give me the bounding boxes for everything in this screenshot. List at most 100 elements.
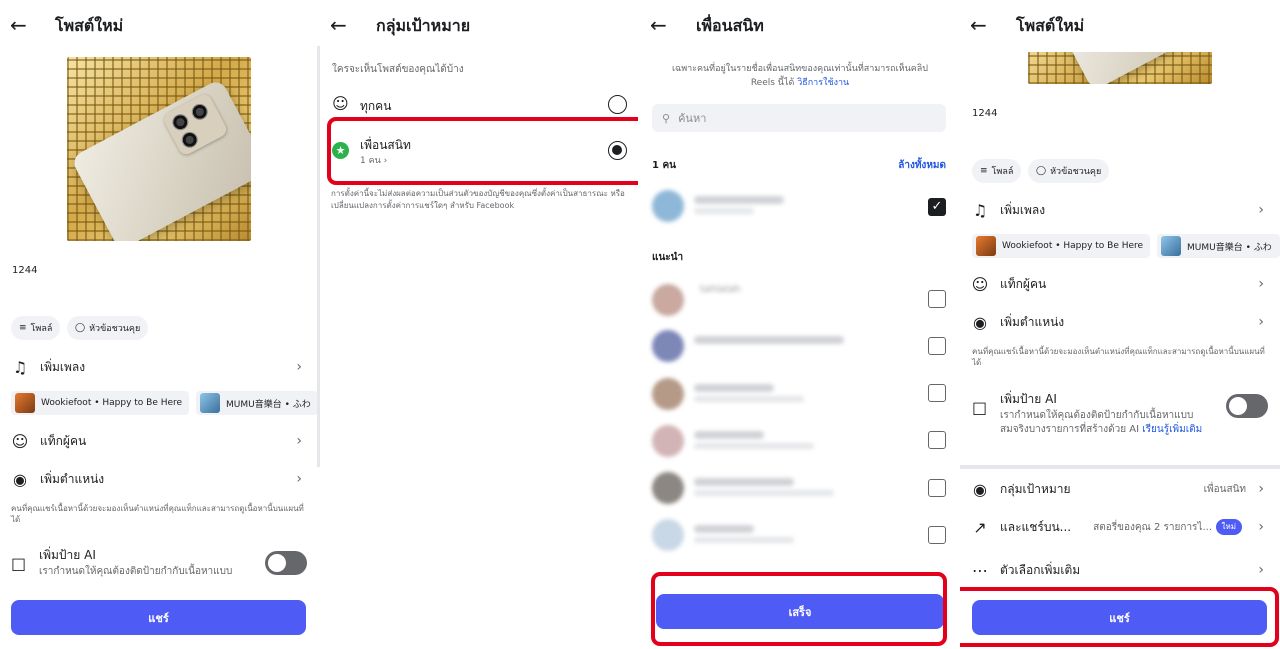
music-title: Wookiefoot • Happy to Be Here (1002, 241, 1144, 251)
ai-label-title: เพิ่มป้าย AI (39, 548, 96, 562)
avatar (652, 378, 684, 410)
checkbox-checked[interactable]: ✓ (928, 198, 946, 216)
add-music-row[interactable]: ♫ เพิ่มเพลง › (970, 197, 1270, 223)
add-music-row[interactable]: ♫ เพิ่มเพลง › (10, 354, 308, 380)
section-divider (960, 465, 1280, 469)
album-art-icon (200, 393, 220, 413)
blurred-name (694, 478, 794, 486)
tag-people-row[interactable]: ☺ แท็กผู้คน › (970, 271, 1270, 297)
more-options-row[interactable]: ⋯ ตัวเลือกเพิ่มเติม › (970, 557, 1270, 583)
avatar (652, 425, 684, 457)
prompt-chip[interactable]: ◯ หัวข้อชวนคุย (1028, 159, 1110, 183)
new-post-scrolled-panel: ← โพสต์ใหม่ 1244 ≡ โพลล์ ◯ หัวข้อชวนคุย … (960, 0, 1280, 649)
share-to-label: และแชร์บน... (1000, 519, 1072, 534)
how-to-use-link[interactable]: วิธีการใช้งาน (797, 78, 849, 88)
tag-people-label: แท็กผู้คน (40, 433, 87, 448)
chevron-right-icon: › (1258, 481, 1264, 497)
audience-panel: ← กลุ่มเป้าหมาย ใครจะเห็นโพสต์ของคุณได้บ… (320, 0, 638, 649)
ai-label-toggle[interactable] (1226, 394, 1268, 418)
share-button[interactable]: แชร์ (11, 600, 306, 635)
tag-people-row[interactable]: ☺ แท็กผู้คน › (10, 428, 308, 454)
blurred-name (694, 336, 844, 344)
tag-person-icon: ☺ (971, 274, 989, 294)
checkbox[interactable] (928, 431, 946, 449)
friend-row-selected[interactable] (652, 188, 946, 224)
blurred-name (694, 431, 764, 439)
add-music-label: เพิ่มเพลง (1000, 202, 1046, 217)
audience-option-everyone[interactable]: ☺ ทุกคน (332, 92, 632, 118)
checkbox[interactable] (928, 337, 946, 355)
poll-chip[interactable]: ≡ โพลล์ (972, 159, 1022, 183)
poll-chip[interactable]: ≡ โพลล์ (11, 316, 61, 340)
music-suggestion[interactable]: MUMU音樂台 • ふわ (1157, 234, 1280, 258)
friend-row[interactable] (652, 376, 946, 412)
blurred-name (694, 196, 784, 204)
album-art-icon (1161, 236, 1181, 256)
audience-note: การตั้งค่านี้จะไม่ส่งผลต่อความเป็นส่วนตั… (331, 189, 625, 210)
caption-text[interactable]: 1244 (12, 265, 37, 276)
friend-row[interactable] (652, 328, 946, 364)
avatar (652, 284, 684, 316)
poll-icon: ≡ (19, 323, 27, 333)
share-button[interactable]: แชร์ (972, 600, 1267, 635)
chevron-right-icon: › (296, 359, 302, 375)
camera-lens-icon (178, 129, 201, 151)
back-arrow-icon[interactable]: ← (330, 15, 352, 37)
post-media-thumbnail[interactable] (67, 57, 251, 241)
album-art-icon (15, 393, 35, 413)
back-arrow-icon[interactable]: ← (650, 15, 672, 37)
caption-text[interactable]: 1244 (972, 108, 997, 119)
checkbox[interactable] (928, 479, 946, 497)
poll-chip-label: โพลล์ (991, 167, 1014, 177)
add-location-row[interactable]: ◉ เพิ่มตำแหน่ง › (970, 309, 1270, 335)
search-input[interactable]: ค้นหา (678, 109, 706, 127)
back-arrow-icon[interactable]: ← (970, 15, 992, 37)
prompt-chip-label: หัวข้อชวนคุย (1050, 167, 1102, 177)
poll-chip-label: โพลล์ (30, 324, 53, 334)
audience-option-close-friends[interactable]: ★ เพื่อนสนิท 1 คน › (332, 133, 632, 167)
avatar (652, 190, 684, 222)
checkbox[interactable] (928, 384, 946, 402)
avatar (652, 519, 684, 551)
radio-button-selected[interactable] (608, 141, 627, 160)
chevron-right-icon: › (1258, 519, 1264, 535)
chevron-right-icon: › (1258, 562, 1264, 578)
friend-row[interactable] (652, 423, 946, 459)
search-bar[interactable]: ⚲ ค้นหา (652, 104, 946, 132)
music-suggestion[interactable]: Wookiefoot • Happy to Be Here (11, 391, 189, 415)
location-pin-icon: ◉ (13, 469, 27, 489)
chevron-right-icon: › (296, 471, 302, 487)
tag-person-icon: ☺ (11, 431, 29, 451)
camera-lens-icon (188, 101, 211, 123)
ai-label-title: เพิ่มป้าย AI (1000, 392, 1057, 406)
add-location-label: เพิ่มตำแหน่ง (40, 471, 105, 486)
clear-all-button[interactable]: ล้างทั้งหมด (898, 158, 946, 173)
radio-button[interactable] (608, 95, 627, 114)
suggested-heading: แนะนำ (652, 252, 684, 263)
option-label: ทุกคน (360, 99, 392, 113)
checkbox[interactable] (928, 526, 946, 544)
blurred-name (694, 525, 754, 533)
blurred-username (694, 443, 814, 449)
learn-more-link[interactable]: เรียนรู้เพิ่มเติม (1142, 424, 1202, 435)
add-location-row[interactable]: ◉ เพิ่มตำแหน่ง › (10, 466, 308, 492)
selected-count: 1 คน (652, 160, 676, 171)
share-to-value: สตอรี่ของคุณ 2 รายการไ... (1093, 522, 1212, 533)
checkbox[interactable] (928, 290, 946, 308)
audience-row[interactable]: ◉ กลุ่มเป้าหมาย เพื่อนสนิท › (970, 476, 1270, 502)
share-to-row[interactable]: ↗ และแชร์บน... สตอรี่ของคุณ 2 รายการไ...… (970, 514, 1270, 540)
friend-row[interactable]: tahlalah (652, 282, 946, 318)
page-title: กลุ่มเป้าหมาย (376, 16, 471, 35)
search-icon: ⚲ (662, 111, 671, 125)
more-options-label: ตัวเลือกเพิ่มเติม (1000, 562, 1081, 577)
top-bar: ← เพื่อนสนิท (640, 0, 958, 52)
music-suggestion[interactable]: Wookiefoot • Happy to Be Here (972, 234, 1150, 258)
friend-row[interactable] (652, 517, 946, 553)
music-suggestion[interactable]: MUMU音樂台 • ふわ (196, 391, 318, 415)
friend-row[interactable] (652, 470, 946, 506)
back-arrow-icon[interactable]: ← (10, 15, 32, 37)
done-button[interactable]: เสร็จ (656, 594, 944, 629)
ai-label-toggle[interactable] (265, 551, 307, 575)
blurred-username (694, 537, 794, 543)
prompt-chip[interactable]: ◯ หัวข้อชวนคุย (67, 316, 149, 340)
